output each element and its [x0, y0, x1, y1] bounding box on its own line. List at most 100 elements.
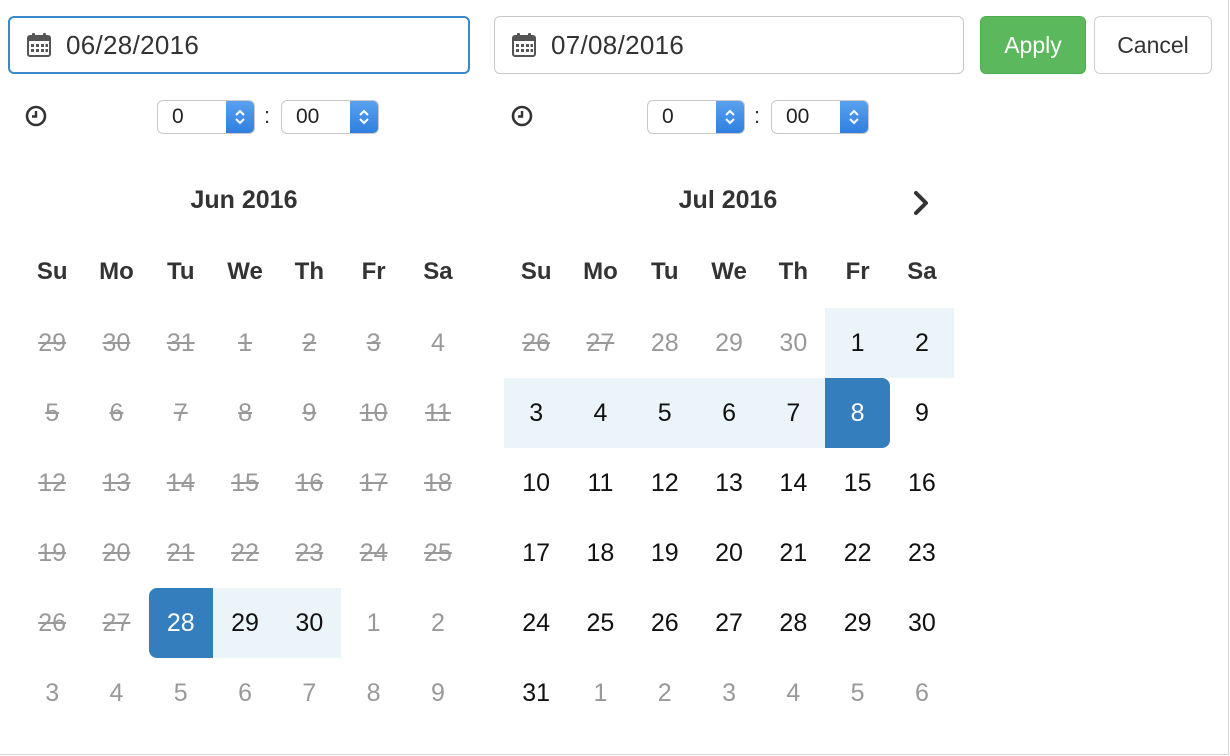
day-cell[interactable]: 10 [504, 448, 568, 518]
day-cell: 27 [102, 608, 131, 637]
day-cell[interactable]: 5 [632, 378, 697, 448]
day-cell[interactable]: 23 [890, 518, 954, 588]
day-cell[interactable]: 2 [889, 308, 955, 378]
day-cell[interactable]: 22 [825, 518, 889, 588]
day-cell[interactable]: 6 [890, 658, 954, 728]
day-cell[interactable]: 9 [890, 378, 954, 448]
day-cell[interactable]: 4 [761, 658, 825, 728]
day-cell[interactable]: 13 [697, 448, 761, 518]
daterangepicker: 06/28/2016 07/08/2016 Apply Cancel 0 : 0… [0, 0, 1229, 755]
day-cell[interactable]: 4 [84, 658, 148, 728]
day-cell[interactable]: 2 [633, 658, 697, 728]
day-cell[interactable]: 30 [277, 588, 342, 658]
day-cell[interactable]: 9 [406, 658, 470, 728]
clock-icon [25, 105, 47, 127]
day-cell: 3 [366, 328, 381, 357]
weekday-header: Tu [650, 258, 679, 285]
calendar-icon [27, 33, 51, 57]
day-cell: 8 [238, 398, 252, 427]
day-cell[interactable]: 1 [341, 588, 405, 658]
day-cell: 5 [45, 398, 60, 427]
calendar-left: Su Mo Tu We Th Fr Sa 29 30 31 1 2 3 4 5 6 7 8 9 10 11 12 13 14 1… [20, 236, 470, 728]
day-cell[interactable]: 3 [697, 658, 761, 728]
day-cell: 26 [522, 328, 551, 357]
day-cell[interactable]: 31 [504, 658, 568, 728]
day-cell[interactable]: 28 [761, 588, 825, 658]
day-cell: 27 [586, 328, 615, 357]
weekday-header: We [711, 258, 747, 285]
month-title-left: Jun 2016 [190, 186, 298, 214]
time-separator: : [264, 103, 271, 128]
day-cell[interactable]: 26 [633, 588, 697, 658]
day-cell[interactable]: 16 [890, 448, 954, 518]
end-date-input[interactable]: 07/08/2016 [494, 16, 964, 74]
day-cell: 1 [238, 328, 252, 357]
day-cell[interactable]: 3 [20, 658, 84, 728]
day-cell[interactable]: 25 [568, 588, 632, 658]
day-cell[interactable]: 4 [568, 378, 633, 448]
day-cell[interactable]: 5 [825, 658, 889, 728]
day-cell[interactable]: 29 [212, 588, 278, 658]
day-cell[interactable]: 5 [149, 658, 213, 728]
day-cell[interactable]: 27 [697, 588, 761, 658]
day-cell[interactable]: 28 [148, 588, 213, 658]
day-cell: 2 [302, 328, 317, 357]
month-title-right: Jul 2016 [678, 186, 778, 214]
calendar-icon [512, 33, 536, 57]
day-cell[interactable]: 3 [504, 378, 569, 448]
day-cell[interactable]: 15 [825, 448, 889, 518]
day-cell[interactable]: 29 [825, 588, 889, 658]
time-separator: : [754, 103, 761, 128]
weekday-header: Mo [99, 258, 134, 285]
day-cell: 31 [166, 328, 195, 357]
hour-value: 0 [172, 105, 184, 128]
cancel-button[interactable]: Cancel [1094, 16, 1212, 74]
day-cell[interactable]: 1 [568, 658, 632, 728]
minute-value: 00 [296, 105, 320, 128]
day-cell[interactable]: 1 [825, 308, 890, 378]
right-hour-select[interactable]: 0 [647, 100, 745, 134]
day-cell[interactable]: 2 [406, 588, 470, 658]
day-cell[interactable]: 21 [761, 518, 825, 588]
day-cell: 21 [166, 538, 195, 567]
right-minute-select[interactable]: 00 [771, 100, 869, 134]
day-cell[interactable]: 6 [213, 658, 277, 728]
day-cell[interactable]: 30 [890, 588, 954, 658]
day-cell[interactable]: 19 [633, 518, 697, 588]
calendar-right: Su Mo Tu We Th Fr Sa 26 27 28 29 30 1 2 3 4 5 6 7 8 9 10 11 12 1… [504, 236, 955, 728]
day-cell[interactable]: 24 [504, 588, 568, 658]
day-cell: 15 [231, 468, 259, 497]
day-cell[interactable]: 4 [406, 308, 470, 378]
weekday-header: Fr [361, 258, 386, 285]
clock-icon [511, 105, 533, 127]
day-cell[interactable]: 8 [825, 378, 890, 448]
day-cell[interactable]: 14 [761, 448, 825, 518]
day-cell[interactable]: 11 [568, 448, 632, 518]
hour-value: 0 [662, 105, 674, 128]
day-cell[interactable]: 8 [341, 658, 405, 728]
weekday-header: Sa [907, 258, 937, 285]
chevron-right-icon[interactable] [904, 186, 938, 220]
day-cell[interactable]: 18 [568, 518, 632, 588]
day-cell: 20 [102, 538, 131, 567]
day-cell[interactable]: 29 [697, 308, 761, 378]
left-minute-select[interactable]: 00 [281, 100, 379, 134]
day-cell: 19 [38, 538, 67, 567]
day-cell[interactable]: 6 [696, 378, 762, 448]
day-cell[interactable]: 17 [504, 518, 568, 588]
weekday-header: Sa [423, 258, 453, 285]
day-cell[interactable]: 20 [697, 518, 761, 588]
left-hour-select[interactable]: 0 [157, 100, 255, 134]
day-cell[interactable]: 12 [633, 448, 697, 518]
day-cell: 30 [102, 328, 131, 357]
day-cell[interactable]: 28 [633, 308, 697, 378]
weekday-header: Fr [845, 258, 870, 285]
start-date-input[interactable]: 06/28/2016 [8, 16, 470, 74]
day-cell[interactable]: 30 [761, 308, 825, 378]
day-cell[interactable]: 7 [761, 378, 826, 448]
apply-button[interactable]: Apply [980, 16, 1086, 74]
day-cell: 13 [102, 468, 131, 497]
day-cell: 9 [302, 398, 317, 427]
weekday-header: Su [520, 258, 552, 285]
day-cell[interactable]: 7 [277, 658, 341, 728]
